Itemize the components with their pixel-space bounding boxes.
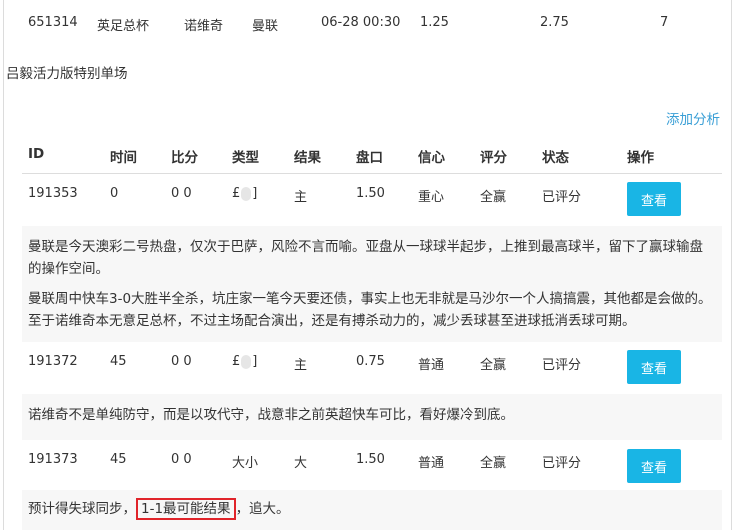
top-match-row: 651314 英足总杯 诺维奇 曼联 06-28 00:30 1.25 2.75… [0, 0, 736, 50]
blurred-mark-icon [241, 354, 252, 369]
row-result: 主 [294, 358, 308, 373]
row-type-prefix: £ [232, 186, 241, 201]
analysis-text: 曼联周中快车3-0大胜半全杀，坑庄家一笔今天要还债，事实上也无非就是马沙尔一个人… [28, 291, 712, 329]
top-match-away: 曼联 [252, 19, 279, 34]
analysis-text: 曼联是今天澳彩二号热盘，仅次于巴萨，风险不言而喻。亚盘从一球球半起步，上推到最高… [28, 239, 703, 277]
row-time: 0 [110, 186, 119, 201]
table-header: ID 时间 比分 类型 结果 盘口 信心 评分 状态 操作 [22, 135, 722, 174]
header-confidence: 信心 [418, 150, 445, 166]
row-time: 45 [110, 452, 127, 467]
header-action: 操作 [627, 150, 654, 166]
view-button[interactable]: 查看 [627, 350, 681, 384]
row-id: 191353 [28, 186, 78, 201]
header-type: 类型 [232, 150, 259, 166]
analysis-text: 诺维奇不是单纯防守，而是以攻代守，战意非之前英超快车可比，看好爆冷到底。 [28, 407, 514, 423]
row-score: 0 0 [171, 186, 192, 201]
frame-left-border [3, 0, 4, 530]
row-type-suffix: ] [252, 186, 258, 201]
top-match-league: 英足总杯 [97, 19, 150, 34]
row-status: 已评分 [542, 456, 582, 471]
frame-right-border [731, 0, 732, 530]
header-status: 状态 [542, 150, 569, 166]
row-score: 0 0 [171, 452, 192, 467]
row-result: 主 [294, 190, 308, 205]
row-status: 已评分 [542, 358, 582, 373]
add-analysis-link[interactable]: 添加分析 [666, 108, 720, 128]
row-rating: 全赢 [480, 190, 507, 205]
analysis-panel: 预计得失球同步， 1-1最可能结果 ，追大。 [22, 490, 722, 530]
row-line: 0.75 [356, 354, 385, 369]
page-title: 吕毅活力版特别单场 [6, 66, 128, 82]
row-type-suffix: ] [252, 354, 258, 369]
analysis-text-before: 预计得失球同步， [28, 501, 136, 517]
row-id: 191373 [28, 452, 78, 467]
header-line: 盘口 [356, 150, 383, 166]
analysis-panel: 诺维奇不是单纯防守，而是以攻代守，战意非之前英超快车可比，看好爆冷到底。 [22, 394, 722, 440]
analysis-text: 预计得失球同步， 1-1最可能结果 ，追大。 [28, 498, 716, 520]
top-match-datetime: 06-28 00:30 [321, 15, 401, 30]
view-button[interactable]: 查看 [627, 182, 681, 216]
row-status: 已评分 [542, 190, 582, 205]
highlighted-prediction: 1-1最可能结果 [136, 498, 236, 520]
row-confidence: 普通 [418, 456, 445, 471]
table-row: 191372 45 0 0 £] 主 0.75 普通 全赢 已评分 查看 [22, 342, 722, 394]
top-match-odds-away: 7 [660, 15, 669, 30]
top-match-odds-mid: 2.75 [540, 15, 569, 30]
row-time: 45 [110, 354, 127, 369]
row-type-prefix: £ [232, 354, 241, 369]
row-line: 1.50 [356, 452, 385, 467]
row-confidence: 重心 [418, 190, 445, 205]
top-match-id: 651314 [28, 15, 78, 30]
header-rating: 评分 [480, 150, 507, 166]
header-score: 比分 [171, 150, 198, 166]
table-row: 191373 45 0 0 大小 大 1.50 普通 全赢 已评分 查看 [22, 440, 722, 490]
header-id: ID [28, 146, 45, 162]
analysis-text-after: ，追大。 [235, 501, 290, 517]
header-time: 时间 [110, 150, 137, 166]
top-match-odds-home: 1.25 [420, 15, 449, 30]
row-result: 大 [294, 456, 308, 471]
view-button[interactable]: 查看 [627, 449, 681, 483]
top-match-home: 诺维奇 [184, 19, 224, 34]
row-rating: 全赢 [480, 358, 507, 373]
row-confidence: 普通 [418, 358, 445, 373]
row-line: 1.50 [356, 186, 385, 201]
blurred-mark-icon [241, 186, 252, 201]
table-row: 191353 0 0 0 £] 主 1.50 重心 全赢 已评分 查看 [22, 174, 722, 226]
row-id: 191372 [28, 354, 78, 369]
row-rating: 全赢 [480, 456, 507, 471]
row-type: £] [232, 354, 257, 369]
analysis-panel: 曼联是今天澳彩二号热盘，仅次于巴萨，风险不言而喻。亚盘从一球球半起步，上推到最高… [22, 226, 722, 342]
row-type: 大小 [232, 456, 259, 471]
header-result: 结果 [294, 150, 321, 166]
row-score: 0 0 [171, 354, 192, 369]
row-type: £] [232, 186, 257, 201]
